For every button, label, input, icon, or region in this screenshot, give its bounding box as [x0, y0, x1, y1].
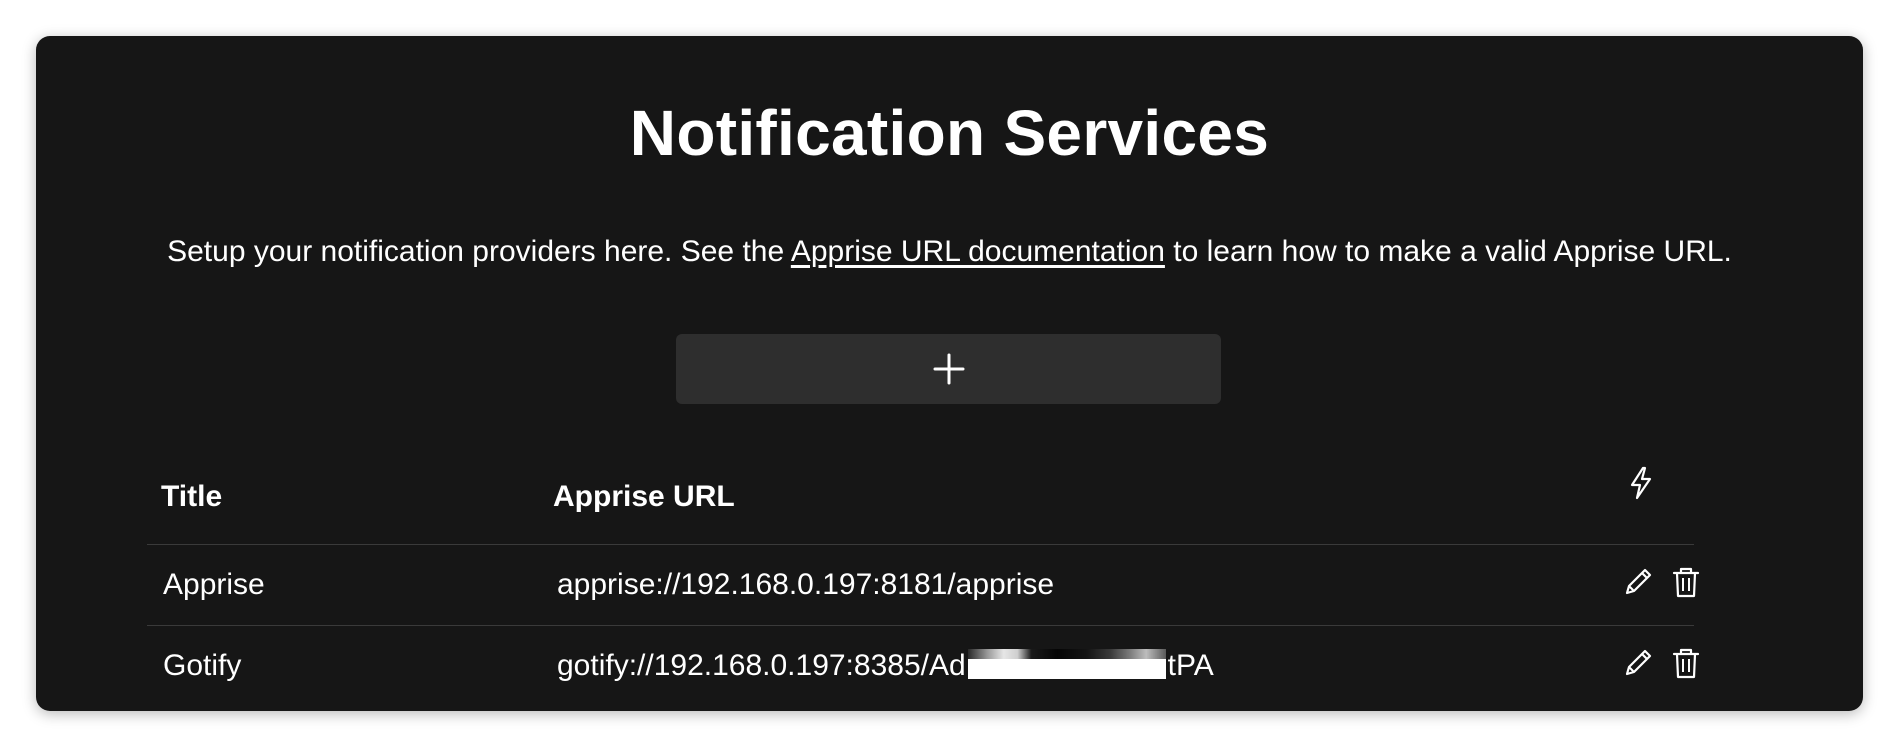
row-actions	[1620, 545, 1704, 600]
row-actions	[1620, 626, 1704, 681]
intro-text-end: to learn how to make a valid Apprise URL…	[1164, 235, 1732, 268]
row-title: Gotify	[163, 649, 242, 682]
plus-icon	[933, 353, 964, 385]
title-column-header: Title	[161, 480, 223, 513]
apprise-docs-link[interactable]: Apprise URL documentation	[791, 235, 1165, 268]
trash-icon[interactable]	[1668, 645, 1704, 681]
notification-table: Title Apprise URL Apprise apprise://192.…	[147, 450, 1700, 706]
trash-icon[interactable]	[1668, 564, 1704, 600]
url-column-header: Apprise URL	[553, 480, 735, 513]
intro-text-start: Setup your notification providers here. …	[167, 235, 791, 268]
row-url-text: gotify://192.168.0.197:8385/Ad	[557, 649, 966, 682]
row-url-text: apprise://192.168.0.197:8181/apprise	[557, 568, 1055, 601]
table-row: Apprise apprise://192.168.0.197:8181/app…	[147, 545, 1700, 626]
pencil-icon[interactable]	[1620, 564, 1656, 600]
pencil-icon[interactable]	[1620, 645, 1656, 681]
notification-services-card: Notification Services Setup your notific…	[36, 36, 1863, 711]
lightning-icon[interactable]	[1623, 465, 1659, 501]
row-url: gotify://192.168.0.197:8385/Ad tPA	[557, 626, 1214, 706]
row-title: Apprise	[163, 568, 265, 601]
test-column-header	[1623, 450, 1659, 501]
table-row: Gotify gotify://192.168.0.197:8385/Ad tPA	[147, 626, 1700, 706]
row-url-suffix: tPA	[1167, 649, 1214, 682]
add-notification-button[interactable]	[676, 334, 1221, 404]
intro-text: Setup your notification providers here. …	[36, 232, 1863, 272]
row-url: apprise://192.168.0.197:8181/apprise	[557, 545, 1054, 625]
table-header-row: Title Apprise URL	[147, 450, 1694, 545]
page-title: Notification Services	[629, 97, 1270, 169]
redacted-token	[967, 649, 1166, 679]
